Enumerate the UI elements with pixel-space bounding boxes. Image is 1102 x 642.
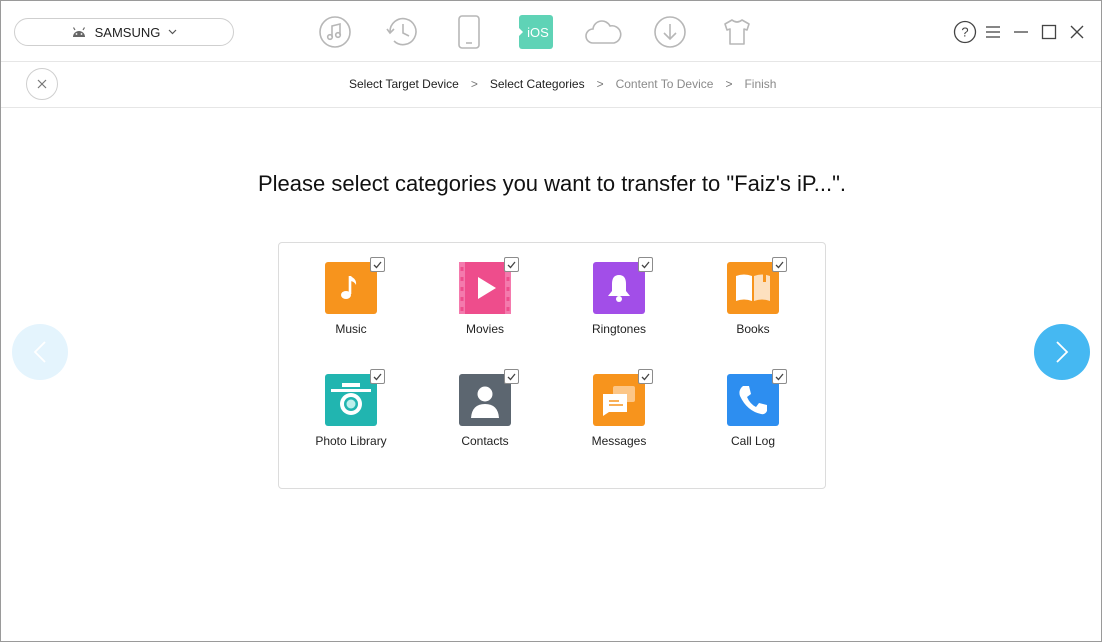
message-icon bbox=[593, 369, 653, 426]
breadcrumb-step-finish: Finish bbox=[744, 77, 777, 91]
checkbox[interactable] bbox=[638, 369, 653, 384]
phone-call-icon bbox=[727, 369, 787, 426]
nav-icons: iOS bbox=[301, 12, 770, 52]
category-movies[interactable]: Movies bbox=[418, 255, 552, 367]
category-label: Ringtones bbox=[591, 322, 647, 336]
category-call-log[interactable]: Call Log bbox=[686, 367, 820, 479]
breadcrumb-bar: Select Target Device > Select Categories… bbox=[1, 62, 1101, 108]
category-books[interactable]: Books bbox=[686, 255, 820, 367]
menu-icon[interactable] bbox=[981, 19, 1005, 45]
page-title: Please select categories you want to tra… bbox=[257, 171, 847, 196]
checkbox[interactable] bbox=[772, 369, 787, 384]
chevron-left-icon bbox=[33, 341, 46, 363]
checkbox[interactable] bbox=[772, 257, 787, 272]
breadcrumb-separator: > bbox=[596, 77, 604, 91]
breadcrumb: Select Target Device > Select Categories… bbox=[349, 77, 776, 91]
checkbox[interactable] bbox=[504, 369, 519, 384]
cloud-icon[interactable] bbox=[569, 12, 636, 52]
history-icon[interactable] bbox=[368, 12, 435, 52]
download-icon[interactable] bbox=[636, 12, 703, 52]
category-label: Books bbox=[736, 322, 770, 336]
category-photo-library[interactable]: Photo Library bbox=[284, 367, 418, 479]
phone-icon[interactable] bbox=[435, 12, 502, 52]
breadcrumb-step-select-target-device: Select Target Device bbox=[349, 77, 459, 91]
chevron-down-icon bbox=[168, 29, 177, 35]
device-name: SAMSUNG bbox=[94, 24, 161, 40]
category-grid: Music Movies Ringtones Books Photo Libra… bbox=[284, 255, 820, 479]
tshirt-icon[interactable] bbox=[703, 12, 770, 52]
category-label: Movies bbox=[465, 322, 504, 336]
checkbox[interactable] bbox=[370, 257, 385, 272]
category-messages[interactable]: Messages bbox=[552, 367, 686, 479]
breadcrumb-separator: > bbox=[470, 77, 478, 91]
category-ringtones[interactable]: Ringtones bbox=[552, 255, 686, 367]
window-controls: ? bbox=[953, 19, 1089, 45]
movie-icon bbox=[459, 257, 519, 314]
breadcrumb-step-content-to-device: Content To Device bbox=[615, 77, 714, 91]
category-music[interactable]: Music bbox=[284, 255, 418, 367]
category-label: Contacts bbox=[461, 434, 509, 448]
close-icon[interactable] bbox=[26, 68, 58, 100]
checkbox[interactable] bbox=[370, 369, 385, 384]
minimize-icon[interactable] bbox=[1009, 19, 1033, 45]
category-panel: Music Movies Ringtones Books Photo Libra… bbox=[278, 242, 826, 489]
breadcrumb-separator: > bbox=[725, 77, 733, 91]
top-toolbar: SAMSUNG iOS ? bbox=[1, 1, 1101, 62]
music-icon[interactable] bbox=[301, 12, 368, 52]
close-window-icon[interactable] bbox=[1065, 19, 1089, 45]
android-icon bbox=[71, 26, 87, 38]
svg-text:?: ? bbox=[961, 25, 968, 40]
book-icon bbox=[727, 257, 787, 314]
contact-icon bbox=[459, 369, 519, 426]
breadcrumb-step-select-categories: Select Categories bbox=[489, 77, 585, 91]
category-label: Photo Library bbox=[315, 434, 387, 448]
next-button[interactable] bbox=[1034, 324, 1090, 380]
music-note-icon bbox=[325, 257, 385, 314]
device-selector[interactable]: SAMSUNG bbox=[14, 18, 234, 46]
bell-icon bbox=[593, 257, 653, 314]
category-label: Music bbox=[335, 322, 367, 336]
app-window: SAMSUNG iOS ? Select Target Device > Sel… bbox=[0, 0, 1102, 642]
checkbox[interactable] bbox=[638, 257, 653, 272]
ios-badge: iOS bbox=[527, 25, 549, 40]
maximize-icon[interactable] bbox=[1037, 19, 1061, 45]
category-label: Call Log bbox=[730, 434, 776, 448]
ios-mover-icon[interactable]: iOS bbox=[502, 12, 569, 52]
checkbox[interactable] bbox=[504, 257, 519, 272]
help-icon[interactable]: ? bbox=[953, 19, 977, 45]
category-label: Messages bbox=[591, 434, 647, 448]
camera-icon bbox=[325, 369, 385, 426]
chevron-right-icon bbox=[1056, 341, 1069, 363]
previous-button[interactable] bbox=[12, 324, 68, 380]
category-contacts[interactable]: Contacts bbox=[418, 367, 552, 479]
